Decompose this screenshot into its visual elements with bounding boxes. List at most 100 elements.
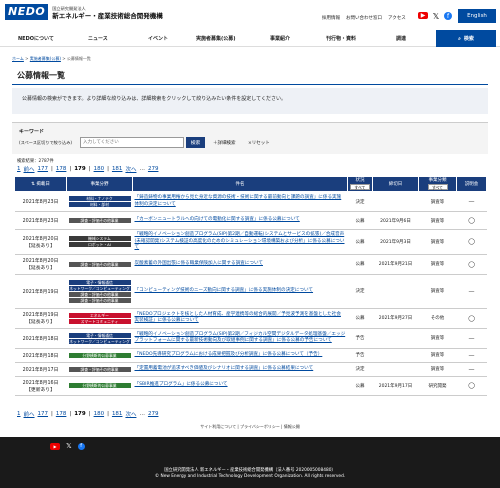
row-date-text: 2021年8月18日 [22,353,59,359]
row-deadline [372,362,419,377]
pager-first[interactable]: 1 [17,166,21,172]
nav-projects[interactable]: 事業紹介 [270,35,290,42]
nav-search-button[interactable]: ⌕ 検索 [436,30,496,47]
pager-page[interactable]: 178 [56,166,67,172]
row-date: 2021年8月23日 [14,191,67,212]
access-link[interactable]: アクセス [388,15,406,21]
footer-link-disclosure[interactable]: 情報公開 [284,424,300,429]
row-deadline: 2021年9月27日 [372,308,419,329]
row-subject[interactable]: 「戦略的イノベーション創造プログラム(SIP)第2期／フィジカル空間デジタルデー… [132,328,348,349]
table-row: 2021年8月20日 【延長あり】 機械システム ロボット・AI 「戦略的イノベーション… [14,229,487,255]
footer-link-terms[interactable]: サイト利用について [200,424,236,429]
row-subject[interactable]: 「SBIR推進プログラム」に係る公募について [132,376,348,396]
category-tag[interactable]: 電子・情報通信 [68,279,131,285]
facebook-icon[interactable]: f [77,442,85,450]
category-tag[interactable]: ネットワーク／コンピューティング [68,338,131,344]
nav-publications[interactable]: 刊行物・資料 [326,35,356,42]
pager-page[interactable]: 181 [112,166,123,172]
facebook-icon[interactable]: f [444,12,452,20]
row-subject-link[interactable]: 「SBIR推進プログラム」に係る公募について [135,382,228,387]
breadcrumb-calls[interactable]: 実施者募集(公募) [30,56,61,61]
status-select[interactable]: すべて [350,184,370,190]
row-subject-link[interactable]: 「NEDOプロジェクトを核とした人材育成、産学連携等の総合的展開／予見波予測を基… [135,312,341,324]
category-tag[interactable]: 調査・評価その他事業 [68,297,131,303]
category-tag[interactable]: 調査・評価その他事業 [68,366,131,372]
row-subject-link[interactable]: 「カーボンニュートラルへの向けての電動化に関する調査」に係る公募について [135,217,300,222]
english-button[interactable]: English [458,9,496,23]
category-tag[interactable]: 材料・部材 [68,202,131,207]
pager-first[interactable]: 1 [17,411,21,417]
pager-last[interactable]: 279 [148,411,159,417]
pager-prev[interactable]: 前へ [24,165,35,173]
keyword-search-button[interactable]: 検索 [186,137,205,148]
pager-prev[interactable]: 前へ [24,410,35,418]
reset-link[interactable]: ×リセット [248,140,270,146]
logo-mark: NEDO [5,4,49,20]
row-subject-link[interactable]: 「コンピューティング技術のニーズ動向に関する調査」に係る実施体制の決定について [135,288,314,293]
pager-page[interactable]: 180 [94,411,105,417]
pager-page[interactable]: 178 [56,411,67,417]
breadcrumb-home[interactable]: ホーム [12,56,24,61]
x-icon[interactable]: 𝕏 [432,12,440,21]
row-subject[interactable]: 「戦略的イノベーション創造プログラム(SIP)第2期／自動運転(システムとサービ… [132,229,348,255]
keyword-input[interactable] [80,137,184,148]
category-tag[interactable]: 分野横断的公募事業 [68,352,131,358]
row-doc-indicator: — [456,191,487,212]
category-tag[interactable]: 分野横断的公募事業 [68,383,131,388]
row-date-text: 2021年8月23日 [22,200,59,205]
footer-link-privacy[interactable]: プライバシーポリシー [240,424,280,429]
nav-procurement[interactable]: 調達 [396,35,406,42]
row-subject-link[interactable]: 「戦略的イノベーション創造プログラム(SIP)第2期／フィジカル空間デジタルデー… [135,332,346,344]
org-name: 新エネルギー・産業技術総合開発機構 [52,11,163,20]
pager-page[interactable]: 177 [38,166,49,172]
row-subject[interactable]: 「NEDOプロジェクトを核とした人材育成、産学連携等の総合的展開／予見波予測を基… [132,308,348,329]
category-tag[interactable]: 電子・情報通信 [68,332,131,338]
row-subject-link[interactable]: 炭酸素蓄の外国出張に係る職業保険加入に関する調査について [135,261,264,266]
table-row: 2021年8月19日 電子・情報通信 ネットワーク／コンピューティング 調査・評価その… [14,274,487,309]
row-subject[interactable]: 「NEDO先導研究プログラムにおける成果把握及び分析調査」に係る公募について（予… [132,348,348,363]
pager-next[interactable]: 次へ [125,410,136,418]
row-category: 調査・評価その他事業 [66,211,133,230]
category-tag[interactable]: エネルギー [68,312,131,318]
row-subject-link[interactable]: 「NEDO先導研究プログラムにおける成果把握及び分析調査」に係る公募について（予… [135,352,323,357]
row-subject-link[interactable]: 「定置用蓄電池が追求すべき価値及びシナリオに関する調査」に係る公募結果について [135,366,314,371]
col-deadline[interactable]: 締切日 [372,176,419,192]
row-subject[interactable]: 「コンピューティング技術のニーズ動向に関する調査」に係る実施体制の決定について [132,274,348,309]
nav-events[interactable]: イベント [148,35,168,42]
category-tag[interactable]: スマートコミュニティ [68,318,131,324]
category-tag[interactable]: ネットワーク／コンピューティング [68,285,131,291]
row-subject[interactable]: 「カーボンニュートラルへの向けての電動化に関する調査」に係る公募について [132,211,348,230]
category-tag[interactable]: 材料・ナノテク [68,196,131,201]
pager-page[interactable]: 181 [112,411,123,417]
youtube-icon[interactable]: ▶ [418,12,428,19]
category-tag[interactable]: 機械システム [68,236,131,242]
row-subject-link[interactable]: 「鋳造鋳物の事業用権から見た身近な資源の技術・技術に関する最前動向と課題の調査」… [135,195,342,207]
row-date: 2021年8月16日 【更新あり】 [14,376,67,396]
row-type: 調査等 [418,254,457,275]
pager-next[interactable]: 次へ [125,165,136,173]
youtube-icon[interactable]: ▶ [50,442,60,450]
row-category: 調査・評価その他事業 [66,362,133,377]
nav-calls[interactable]: 実施者募集(公募) [196,35,236,42]
row-subject[interactable]: 炭酸素蓄の外国出張に係る職業保険加入に関する調査について [132,254,348,275]
detail-search-link[interactable]: ＋詳細検索 [213,140,236,146]
nav-about[interactable]: NEDOについて [18,35,54,42]
pager-last[interactable]: 279 [148,166,159,172]
pager-page[interactable]: 180 [94,166,105,172]
type-select[interactable]: すべて [427,184,448,190]
category-tag[interactable]: ロボット・AI [68,242,131,248]
category-tag[interactable]: 調査・評価その他事業 [68,261,131,267]
row-subject[interactable]: 「定置用蓄電池が追求すべき価値及びシナリオに関する調査」に係る公募結果について [132,362,348,377]
row-subject-link[interactable]: 「戦略的イノベーション創造プログラム(SIP)第2期／自動運転(システムとサービ… [135,232,345,250]
recruit-link[interactable]: 採用情報 [322,15,340,21]
pager-page[interactable]: 177 [38,411,49,417]
contact-link[interactable]: お問い合わせ窓口 [346,15,382,21]
col-date[interactable]: ⇅ 掲載日 [14,176,67,192]
results-table: ⇅ 掲載日 事業分野 件名 状況 すべて 締切日 事業分類 すべて 説明会 2021… [14,176,487,396]
nedo-logo[interactable]: NEDO 国立研究開発法人 新エネルギー・産業技術総合開発機構 [5,4,163,20]
category-tag[interactable]: 調査・評価その他事業 [68,291,131,297]
x-icon[interactable]: 𝕏 [66,442,72,450]
row-subject[interactable]: 「鋳造鋳物の事業用権から見た身近な資源の技術・技術に関する最前動向と課題の調査」… [132,191,348,212]
nav-news[interactable]: ニュース [88,35,108,42]
category-tag[interactable]: 調査・評価その他事業 [68,218,131,223]
